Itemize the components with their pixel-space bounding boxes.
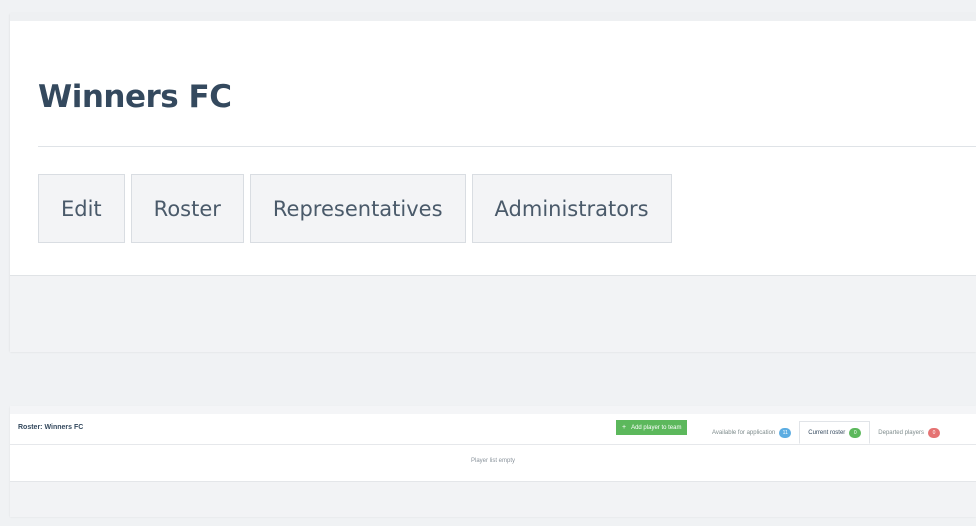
roster-footer <box>10 481 976 517</box>
count-badge: 11 <box>779 427 792 438</box>
tab-departed-players[interactable]: Departed players 0 <box>870 421 948 444</box>
tab-current-roster[interactable]: Current roster 0 <box>799 421 871 444</box>
page-title: Winners FC <box>38 79 232 115</box>
empty-list-message: Player list empty <box>470 458 515 464</box>
tab-label: Current roster <box>808 429 846 436</box>
tab-label: Departed players <box>878 429 924 436</box>
tab-administrators[interactable]: Administrators <box>471 174 672 243</box>
title-divider <box>38 146 976 147</box>
count-badge: 0 <box>849 427 862 438</box>
tab-roster[interactable]: Roster <box>130 174 244 243</box>
tab-available-for-application[interactable]: Available for application 11 <box>704 421 799 444</box>
team-header: Winners FC Edit Roster Representatives A… <box>10 21 976 275</box>
team-nav-tabs: Edit Roster Representatives Administrato… <box>38 174 672 243</box>
roster-title: Roster: Winners FC <box>18 424 84 431</box>
page: Winners FC Edit Roster Representatives A… <box>0 0 976 526</box>
roster-tabs: Available for application 11 Current ros… <box>704 421 948 444</box>
count-badge: 0 <box>927 427 940 438</box>
add-player-button[interactable]: + Add player to team <box>616 420 688 435</box>
team-card-footer <box>10 275 976 352</box>
team-card: Winners FC Edit Roster Representatives A… <box>10 13 976 352</box>
tab-label: Available for application <box>712 429 776 436</box>
roster-header: Roster: Winners FC + Add player to team A… <box>10 414 976 445</box>
tab-representatives[interactable]: Representatives <box>249 174 466 243</box>
player-list: Player list empty <box>10 445 976 481</box>
add-player-label: Add player to team <box>631 425 682 431</box>
tab-edit[interactable]: Edit <box>38 174 125 243</box>
plus-icon: + <box>622 424 627 431</box>
roster-card: Roster: Winners FC + Add player to team A… <box>10 406 976 517</box>
